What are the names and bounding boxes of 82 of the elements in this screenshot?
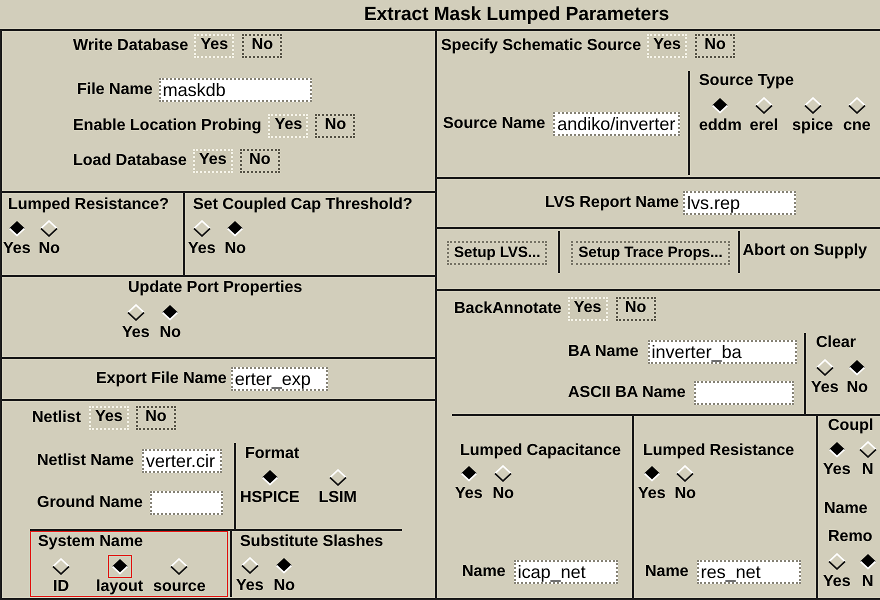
group-label: Update Port Properties xyxy=(128,278,302,298)
field-label: Enable Location Probing xyxy=(73,116,262,136)
radio-button[interactable]: Yes xyxy=(455,465,483,503)
field-label: Load Database xyxy=(73,151,187,171)
field-label: Name xyxy=(824,499,868,519)
radio-button[interactable]: Yes xyxy=(823,441,851,479)
radio-button[interactable]: eddm xyxy=(699,97,742,135)
field-label: Name xyxy=(645,562,689,582)
group-label: Remo xyxy=(828,527,872,547)
field-label: Write Database xyxy=(73,36,188,56)
group-label: System Name xyxy=(38,532,143,552)
text-field[interactable]: erter_exp xyxy=(230,367,328,391)
radio-button[interactable]: No xyxy=(160,304,181,342)
radio-button[interactable]: Yes xyxy=(3,220,31,258)
group-label: Clear xyxy=(816,333,856,353)
radio-button[interactable]: layout xyxy=(96,558,144,596)
toggle-button[interactable]: No xyxy=(242,34,282,58)
text-field[interactable]: verter.cir xyxy=(142,449,222,473)
text-field[interactable] xyxy=(694,381,794,405)
radio-button[interactable]: source xyxy=(153,558,206,596)
toggle-button[interactable]: Yes xyxy=(192,149,233,173)
text-field[interactable]: inverter_ba xyxy=(648,340,797,364)
field-label: Ground Name xyxy=(37,493,143,513)
radio-button[interactable]: No xyxy=(224,220,246,258)
field-label: LVS Report Name xyxy=(545,193,679,213)
toggle-button[interactable]: No xyxy=(616,297,656,321)
group-label: Lumped Resistance xyxy=(643,441,794,461)
toggle-button[interactable]: No xyxy=(695,34,736,58)
window-title: Extract Mask Lumped Parameters xyxy=(364,4,670,26)
radio-button[interactable]: ID xyxy=(52,558,70,596)
field-label: Netlist Name xyxy=(37,451,134,471)
radio-button[interactable]: spice xyxy=(792,97,834,135)
radio-button[interactable]: No xyxy=(38,220,60,258)
dialog-button[interactable]: Setup Trace Props... xyxy=(571,241,730,265)
text-field[interactable]: andiko/inverter xyxy=(553,112,680,136)
text-field[interactable]: res_net xyxy=(696,560,801,584)
group-label: Set Coupled Cap Threshold? xyxy=(193,195,413,215)
text-field[interactable] xyxy=(150,491,223,515)
text-field[interactable]: maskdb xyxy=(158,78,312,102)
field-label: Netlist xyxy=(32,408,81,428)
toggle-button[interactable]: No xyxy=(136,406,176,430)
group-label: Source Type xyxy=(699,71,794,91)
field-label: BackAnnotate xyxy=(454,299,562,319)
field-label: Name xyxy=(462,562,506,582)
radio-button[interactable]: LSIM xyxy=(318,469,357,507)
field-label: Export File Name xyxy=(96,369,227,389)
toggle-button[interactable]: Yes xyxy=(194,34,234,58)
toggle-button[interactable]: No xyxy=(240,149,280,173)
toggle-button[interactable]: Yes xyxy=(88,406,129,430)
radio-button[interactable]: Yes xyxy=(188,220,216,258)
radio-button[interactable]: No xyxy=(674,465,696,503)
radio-button[interactable]: Yes xyxy=(638,465,666,503)
radio-button[interactable]: N xyxy=(858,553,877,591)
radio-button[interactable]: cne xyxy=(843,97,871,135)
group-label: Format xyxy=(245,444,300,464)
group-label: Coupl xyxy=(828,416,874,436)
field-label: Specify Schematic Source xyxy=(441,36,642,56)
toggle-button[interactable]: Yes xyxy=(568,297,608,321)
toggle-button[interactable]: Yes xyxy=(268,114,308,138)
field-label: BA Name xyxy=(568,342,639,362)
field-label: ASCII BA Name xyxy=(568,383,686,403)
text-field[interactable]: lvs.rep xyxy=(682,191,796,215)
radio-button[interactable]: N xyxy=(858,441,877,479)
radio-button[interactable]: Yes xyxy=(811,359,839,397)
text-field[interactable]: icap_net xyxy=(514,560,618,584)
radio-button[interactable]: No xyxy=(492,465,514,503)
dialog-button[interactable]: Setup LVS... xyxy=(447,241,548,265)
radio-button[interactable]: No xyxy=(846,359,868,397)
radio-button[interactable]: erel xyxy=(750,97,778,135)
group-label: Lumped Capacitance xyxy=(460,441,621,461)
group-label: Lumped Resistance? xyxy=(8,195,169,215)
field-label: File Name xyxy=(77,80,153,100)
toggle-button[interactable]: No xyxy=(315,114,356,138)
group-label: Substitute Slashes xyxy=(240,532,384,552)
radio-button[interactable]: Yes xyxy=(122,304,150,342)
radio-button[interactable]: HSPICE xyxy=(240,469,300,507)
field-label: Source Name xyxy=(443,114,546,134)
toggle-button[interactable]: Yes xyxy=(647,34,688,58)
radio-button[interactable]: Yes xyxy=(823,553,851,591)
radio-button[interactable]: Yes xyxy=(236,557,264,595)
field-label: Abort on Supply xyxy=(742,241,868,261)
radio-button[interactable]: No xyxy=(274,557,295,595)
